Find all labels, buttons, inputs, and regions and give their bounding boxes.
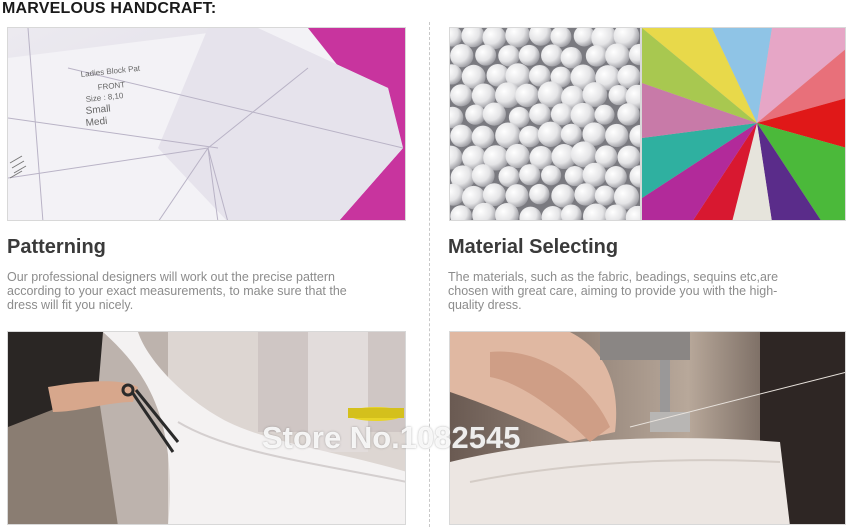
pearl (564, 165, 585, 187)
pearl (498, 45, 520, 67)
pearl (471, 164, 495, 187)
pearl (608, 84, 629, 106)
pearl (450, 84, 473, 107)
patterning-description-line: dress will fit you nicely. (7, 298, 134, 312)
pearl (605, 123, 629, 148)
pearl (550, 103, 574, 126)
pearl (482, 102, 506, 126)
pearl (529, 183, 550, 205)
fabric-swatches-photo (641, 27, 846, 221)
material-description-line: chosen with great care, aiming to provid… (448, 284, 778, 298)
pearls-photo (449, 27, 641, 221)
pearl (582, 82, 608, 107)
pearl (519, 125, 541, 148)
pearl (465, 104, 486, 125)
pearl (515, 83, 539, 108)
pearl (529, 103, 551, 126)
pearl (617, 145, 640, 169)
patterning-description-line: according to your exact measurements, to… (7, 284, 347, 298)
pearl (519, 164, 541, 186)
section-heading: MARVELOUS HANDCRAFT: (2, 0, 217, 17)
pearl (594, 185, 615, 206)
pearl (537, 121, 564, 147)
pearl (594, 104, 615, 125)
pearl (617, 103, 640, 126)
material-description-line: quality dress. (448, 298, 522, 312)
material-description-line: The materials, such as the fabric, beadi… (448, 270, 779, 284)
pearl (475, 44, 497, 66)
pearl (560, 46, 583, 69)
material-selecting-title: Material Selecting (448, 236, 619, 258)
pearl (541, 44, 564, 67)
patterning-description-line: Our professional designers will work out… (7, 270, 335, 284)
pearl (582, 162, 607, 187)
pearl (585, 45, 608, 67)
pearl (482, 183, 506, 207)
pearl (560, 123, 582, 145)
patterning-title: Patterning (7, 236, 106, 258)
pearl (551, 184, 575, 208)
patterning-description: Our professional designers will work out… (7, 270, 417, 312)
pearl (541, 165, 562, 186)
pearl (498, 166, 520, 188)
pearl (450, 44, 474, 68)
pearl (518, 44, 540, 66)
material-selecting-description: The materials, such as the fabric, beadi… (448, 270, 848, 312)
pearl (505, 143, 530, 169)
pearl (574, 183, 597, 206)
pearl (471, 125, 495, 149)
pearl (617, 64, 640, 89)
store-watermark: Store No.1082545 (262, 420, 521, 455)
pearl (605, 43, 630, 68)
pearl (450, 124, 473, 148)
pearl (605, 166, 627, 188)
pattern-text-5: Medi (85, 116, 108, 129)
pattern-paper-photo: Ladies Block Pat FRONT Size : 8,10 Small… (7, 27, 406, 221)
